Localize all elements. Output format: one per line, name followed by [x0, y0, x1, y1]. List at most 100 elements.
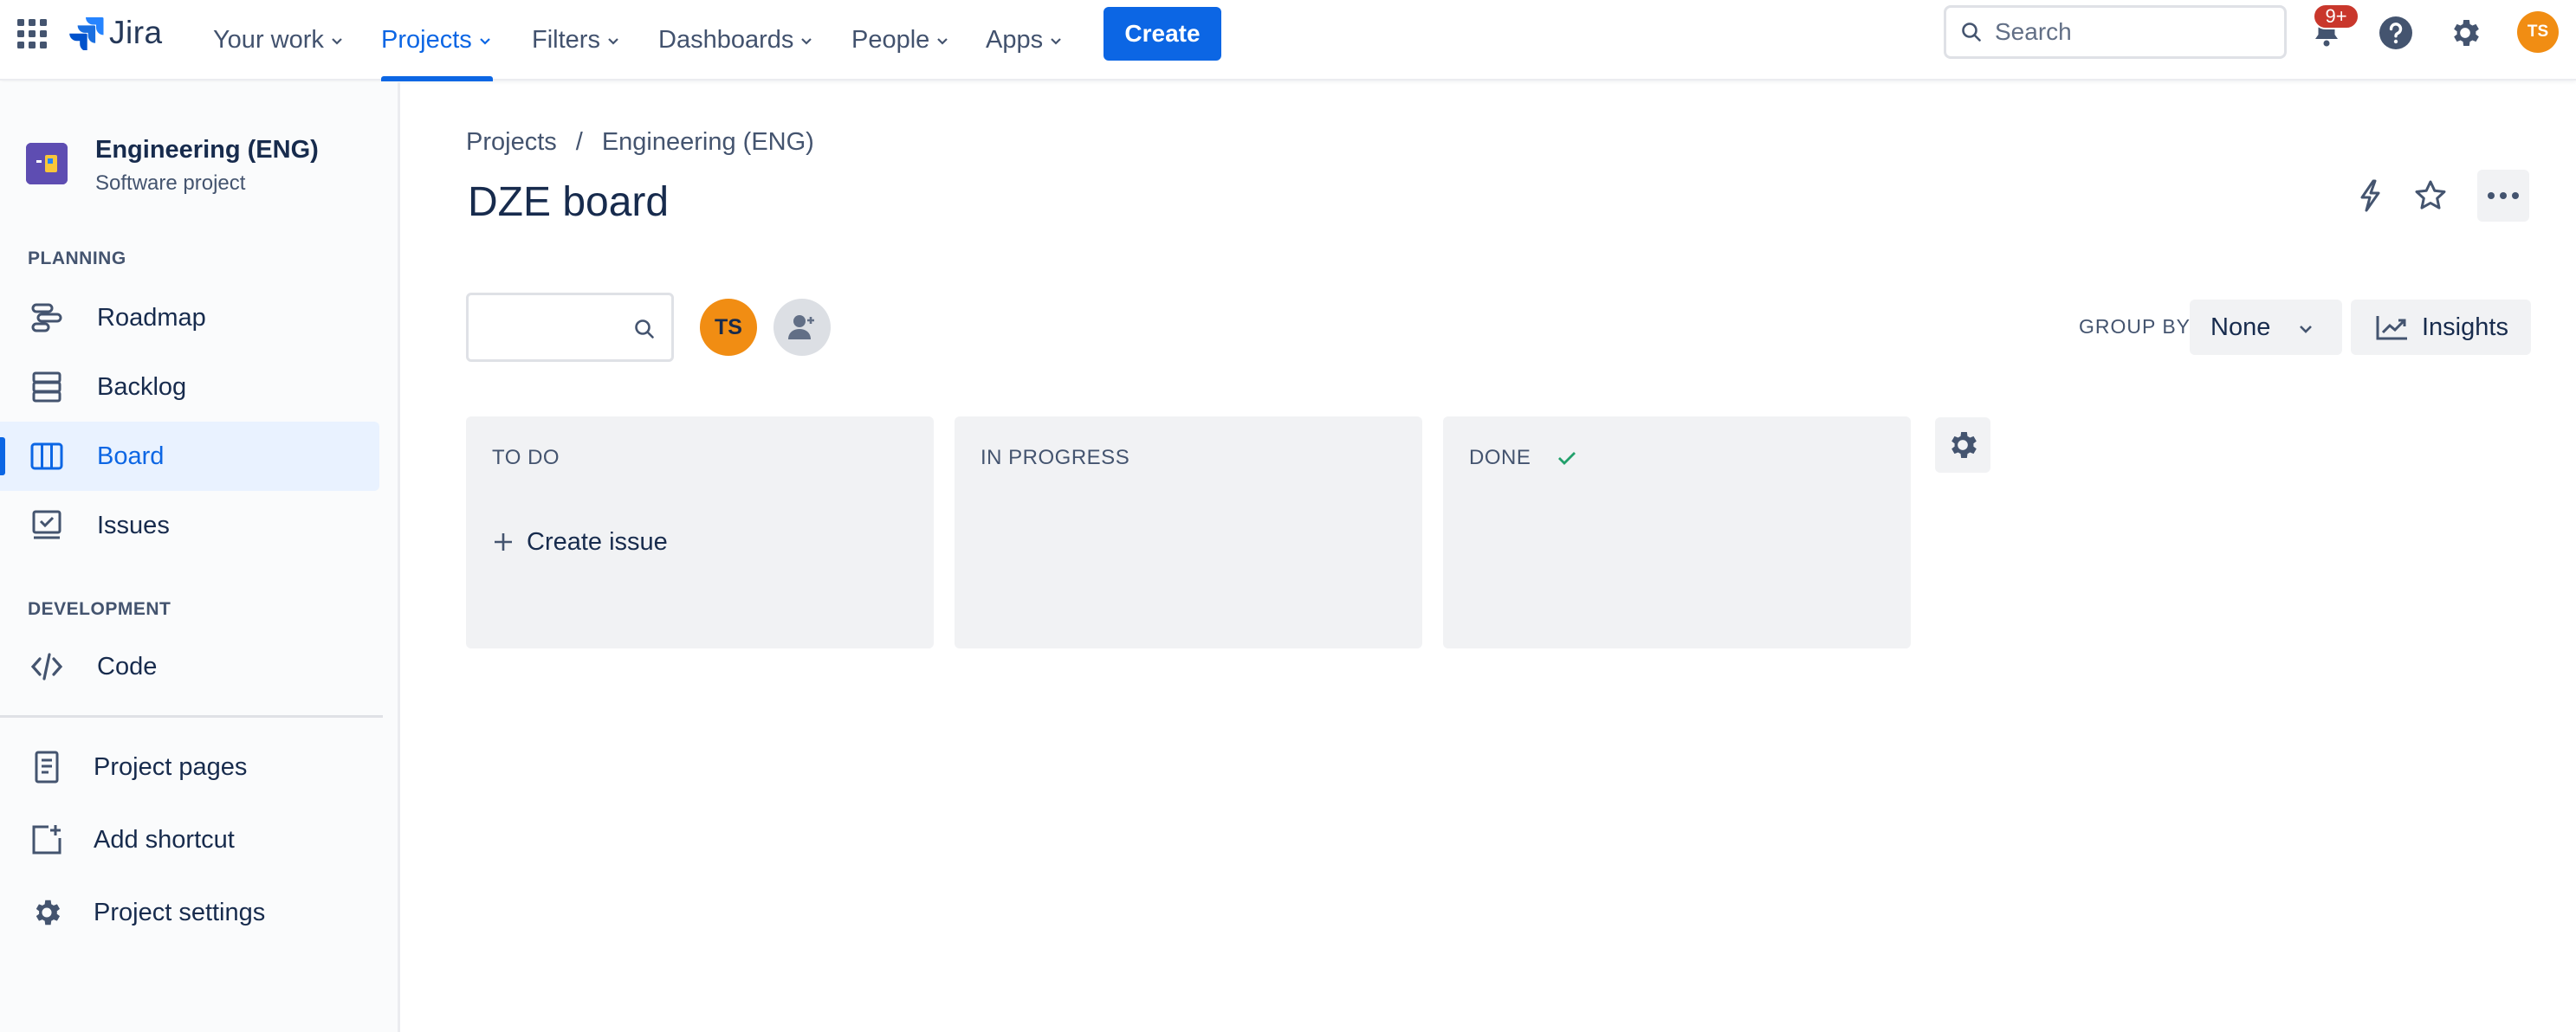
nav-label: Projects: [381, 26, 472, 54]
insights-button[interactable]: Insights: [2351, 300, 2531, 355]
star-button[interactable]: [2404, 170, 2456, 222]
group-by-value: None: [2210, 313, 2271, 341]
add-people-button[interactable]: [773, 299, 831, 356]
sidebar-item-board[interactable]: Board: [0, 422, 379, 491]
create-button[interactable]: Create: [1104, 7, 1221, 61]
board-search-input[interactable]: [481, 301, 637, 353]
planning-heading: PLANNING: [28, 248, 126, 268]
search-input[interactable]: [1995, 18, 2255, 46]
column-title: IN PROGRESS: [981, 446, 1129, 470]
check-icon: [1558, 452, 1576, 465]
nav-label: Filters: [532, 26, 600, 54]
board-search[interactable]: [466, 293, 674, 362]
nav-dashboards[interactable]: Dashboards: [658, 0, 814, 81]
breadcrumb-engineering[interactable]: Engineering (ENG): [602, 128, 814, 157]
nav-label: Dashboards: [658, 26, 794, 54]
gear-icon: [1951, 432, 1977, 458]
chevron-down-icon: [937, 37, 948, 45]
roadmap-icon: [28, 299, 66, 337]
project-type: Software project: [95, 171, 246, 195]
chevron-down-icon: [801, 37, 812, 45]
nav-label: People: [851, 26, 930, 54]
page-title: DZE board: [468, 179, 670, 225]
nav-label: Your work: [213, 26, 324, 54]
development-heading: DEVELOPMENT: [28, 599, 172, 619]
code-icon: [28, 648, 66, 686]
project-pages-icon: [28, 748, 66, 786]
sidebar-item-label: Project settings: [94, 898, 266, 926]
sidebar-item-label: Issues: [97, 511, 170, 539]
automation-button[interactable]: [2344, 170, 2396, 222]
plus-icon: [495, 533, 512, 551]
sidebar-item-issues[interactable]: Issues: [0, 491, 379, 560]
breadcrumb: Projects / Engineering (ENG): [466, 128, 814, 157]
sidebar-item-roadmap[interactable]: Roadmap: [0, 283, 379, 352]
board-settings-button[interactable]: [1935, 417, 1990, 473]
search-icon: [635, 319, 654, 339]
insights-label: Insights: [2422, 313, 2508, 341]
sidebar-item-label: Code: [97, 652, 158, 680]
gear-icon: [28, 893, 66, 932]
sidebar-divider: [0, 715, 383, 718]
lightning-icon: [2360, 179, 2380, 212]
chevron-down-icon: [332, 37, 342, 45]
jira-logo[interactable]: Jira: [69, 14, 163, 52]
app-switcher-icon[interactable]: [16, 17, 49, 50]
help-icon: [2379, 16, 2412, 49]
group-by-select[interactable]: None: [2190, 300, 2342, 355]
sidebar-item-add-shortcut[interactable]: Add shortcut: [0, 805, 379, 874]
breadcrumb-projects[interactable]: Projects: [466, 128, 557, 157]
add-shortcut-icon: [28, 821, 66, 859]
settings-button[interactable]: [2443, 10, 2488, 55]
sidebar-item-project-settings[interactable]: Project settings: [0, 878, 379, 947]
nav-label: Apps: [986, 26, 1044, 54]
sidebar-item-label: Project pages: [94, 752, 248, 781]
chevron-down-icon: [2300, 326, 2312, 333]
add-person-icon: [788, 315, 816, 339]
gear-icon: [2454, 20, 2479, 46]
sidebar-item-label: Add shortcut: [94, 825, 235, 854]
user-avatar[interactable]: TS: [2517, 11, 2559, 53]
sidebar-item-code[interactable]: Code: [0, 632, 379, 701]
nav-filters[interactable]: Filters: [532, 0, 621, 81]
logo-text: Jira: [109, 15, 163, 50]
chevron-down-icon: [608, 37, 618, 45]
create-issue-label: Create issue: [527, 527, 668, 556]
sidebar-item-label: Backlog: [97, 372, 187, 401]
board-column-in-progress: IN PROGRESS: [955, 416, 1422, 648]
more-actions-button[interactable]: [2477, 170, 2529, 222]
insights-chart-icon: [2376, 316, 2407, 340]
chevron-down-icon: [1051, 37, 1061, 45]
nav-apps[interactable]: Apps: [986, 0, 1064, 81]
global-search[interactable]: [1944, 5, 2287, 59]
project-name[interactable]: Engineering (ENG): [95, 136, 319, 164]
column-title: DONE: [1469, 446, 1577, 470]
more-icon: [2488, 192, 2519, 199]
project-avatar-icon[interactable]: [26, 143, 68, 184]
chevron-down-icon: [479, 37, 490, 45]
column-title: TO DO: [492, 446, 560, 470]
assignee-avatar[interactable]: TS: [700, 299, 757, 356]
board-column-todo: TO DO Create issue: [466, 416, 934, 648]
sidebar-item-backlog[interactable]: Backlog: [0, 352, 379, 422]
sidebar-item-project-pages[interactable]: Project pages: [0, 732, 379, 802]
column-title-text: TO DO: [492, 446, 560, 469]
help-button[interactable]: [2373, 10, 2418, 55]
top-navigation: Jira Your work Projects Filters Dashboar…: [0, 0, 2576, 81]
breadcrumb-separator: /: [575, 128, 583, 156]
group-by-label: GROUP BY: [2079, 315, 2191, 338]
column-title-text: IN PROGRESS: [981, 446, 1130, 469]
board-column-done: DONE: [1443, 416, 1911, 648]
jira-logo-icon: [69, 17, 104, 50]
nav-projects[interactable]: Projects: [381, 0, 493, 81]
backlog-icon: [28, 368, 66, 406]
search-icon: [1962, 23, 1981, 42]
create-issue-button[interactable]: Create issue: [492, 520, 668, 564]
notifications-badge: 9+: [2313, 3, 2359, 29]
column-title-text: DONE: [1469, 446, 1531, 469]
nav-your-work[interactable]: Your work: [213, 0, 345, 81]
issues-icon: [28, 506, 66, 545]
sidebar-item-label: Roadmap: [97, 303, 206, 332]
nav-people[interactable]: People: [851, 0, 950, 81]
project-sidebar: Engineering (ENG) Software project PLANN…: [0, 82, 400, 1032]
